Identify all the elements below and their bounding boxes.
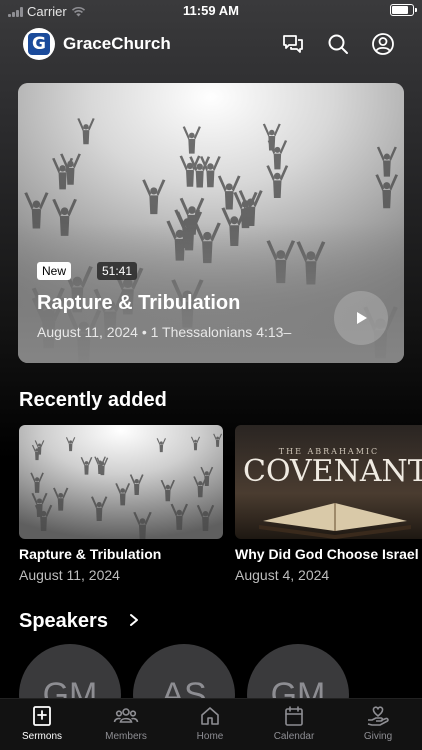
tab-calendar[interactable]: Calendar — [252, 705, 336, 742]
sermon-card-title: Why Did God Choose Israel — [235, 546, 419, 562]
sermon-thumbnail — [19, 425, 223, 539]
members-group-icon — [113, 708, 139, 723]
hero-sermon-meta: August 11, 2024 • 1 Thessalonians 4:13– — [37, 324, 292, 340]
tab-label: Giving — [363, 731, 393, 742]
sermon-card-date: August 11, 2024 — [19, 567, 120, 583]
sermon-card-date: August 4, 2024 — [235, 567, 330, 583]
tab-label: Sermons — [21, 731, 62, 742]
chevron-right-icon[interactable] — [128, 613, 140, 627]
search-icon[interactable] — [326, 32, 350, 56]
tab-label: Home — [196, 731, 224, 742]
tab-label: Members — [105, 731, 147, 742]
tab-giving[interactable]: Giving — [336, 705, 420, 742]
battery-icon — [390, 4, 417, 16]
duration-badge: 51:41 — [97, 262, 138, 280]
tab-home[interactable]: Home — [168, 705, 252, 742]
logo-mark: G — [28, 33, 50, 55]
profile-icon[interactable] — [371, 32, 395, 56]
speakers-heading[interactable]: Speakers — [19, 610, 108, 633]
app-title: GraceChurch — [63, 34, 171, 53]
tab-label: Calendar — [273, 731, 315, 742]
sermons-book-icon — [33, 706, 51, 726]
home-icon — [201, 707, 219, 725]
app-header: G GraceChurch — [0, 28, 422, 60]
featured-sermon-card[interactable]: New 51:41 Rapture & Tribulation August 1… — [18, 83, 404, 363]
sermon-card[interactable]: THE ABRAHAMIC COVENANT Why Did God Choos… — [235, 425, 422, 583]
play-button[interactable] — [334, 291, 388, 345]
tab-sermons[interactable]: Sermons — [0, 705, 84, 742]
status-time: 11:59 AM — [183, 3, 239, 18]
tab-members[interactable]: Members — [84, 705, 168, 742]
covenant-thumbnail-art: THE ABRAHAMIC COVENANT — [235, 425, 422, 539]
hero-sermon-title: Rapture & Tribulation — [37, 292, 241, 314]
sermon-card-title: Rapture & Tribulation — [19, 546, 162, 562]
calendar-icon — [285, 706, 303, 726]
covenant-title-text: COVENANT — [243, 454, 422, 489]
church-logo: G — [23, 28, 55, 60]
chat-icon[interactable] — [281, 32, 305, 56]
giving-hand-icon — [367, 706, 389, 726]
play-icon — [357, 312, 367, 324]
status-bar: Carrier 11:59 AM — [0, 0, 422, 22]
tab-bar: Sermons Members Home Calendar Giving — [0, 698, 422, 750]
new-badge: New — [37, 262, 72, 280]
rapture-thumbnail-art — [19, 425, 223, 539]
sermon-thumbnail: THE ABRAHAMIC COVENANT — [235, 425, 422, 539]
recently-added-heading: Recently added — [19, 389, 167, 411]
sermon-card[interactable]: Rapture & Tribulation August 11, 2024 — [19, 425, 223, 583]
